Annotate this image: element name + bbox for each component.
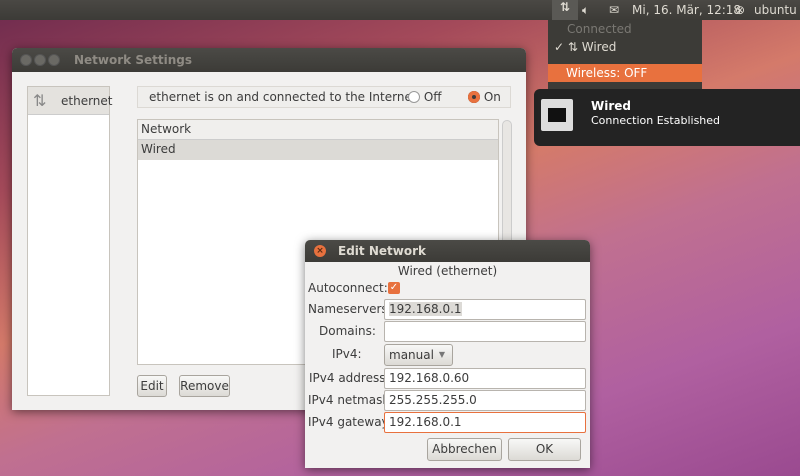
dialog-subtitle: Wired (ethernet) (397, 264, 498, 278)
status-text: ethernet is on and connected to the Inte… (149, 90, 417, 104)
menu-item-connected: Connected (567, 22, 632, 36)
chevron-down-icon: ▼ (438, 350, 445, 359)
session-icon[interactable]: ⊗ (735, 3, 745, 17)
ethernet-icon (541, 99, 573, 131)
ipv4-method-dropdown[interactable]: manual ▼ (384, 344, 453, 366)
user-name[interactable]: ubuntu (754, 3, 797, 17)
mail-icon[interactable]: ✉ (609, 3, 619, 17)
status-bar: ethernet is on and connected to the Inte… (137, 86, 511, 108)
notification-title: Wired (591, 99, 631, 113)
notification-bubble: Wired Connection Established (534, 89, 800, 146)
title-bar[interactable]: Network Settings (12, 48, 526, 72)
network-icon: ⇅ (33, 91, 47, 110)
radio-on[interactable]: On (468, 90, 501, 104)
netmask-input[interactable]: 255.255.255.0 (384, 390, 586, 411)
dialog-title-bar[interactable]: × Edit Network (305, 240, 590, 262)
address-label: IPv4 address: (309, 371, 390, 385)
dialog-title: Edit Network (338, 244, 426, 258)
minimize-icon[interactable] (34, 54, 46, 66)
column-header-network[interactable]: Network (138, 120, 498, 140)
gateway-input[interactable]: 192.168.0.1 (384, 412, 586, 433)
window-title: Network Settings (74, 53, 192, 67)
device-list: ⇅ ethernet (27, 86, 113, 396)
gateway-label: IPv4 gateway: (308, 415, 392, 429)
address-input[interactable]: 192.168.0.60 (384, 368, 586, 389)
cancel-button[interactable]: Abbrechen (427, 438, 502, 461)
remove-button[interactable]: Remove (179, 375, 230, 397)
check-icon: ✓ ⇅ (554, 40, 582, 54)
autoconnect-checkbox[interactable]: ✓ (388, 282, 400, 294)
indicator-menu: Connected ✓ ⇅ Wired Wireless: OFF (548, 20, 702, 90)
edit-network-dialog: × Edit Network Wired (ethernet) Autoconn… (305, 240, 590, 468)
network-row-wired[interactable]: Wired (138, 140, 498, 160)
close-icon[interactable]: × (314, 245, 326, 257)
menu-item-wireless[interactable]: Wireless: OFF (548, 64, 702, 82)
autoconnect-label: Autoconnect: (308, 281, 388, 295)
domains-input[interactable] (384, 321, 586, 342)
notification-body: Connection Established (591, 114, 721, 127)
volume-icon[interactable]: 🔈︎ (582, 3, 589, 18)
device-item-ethernet[interactable]: ⇅ ethernet (28, 87, 113, 115)
maximize-icon[interactable] (48, 54, 60, 66)
top-panel: ⇅ 🔈︎ ✉ Mi, 16. Mär, 12:18 ⊗ ubuntu (0, 0, 800, 20)
clock[interactable]: Mi, 16. Mär, 12:18 (632, 3, 741, 17)
menu-item-wired[interactable]: ✓ ⇅ Wired (554, 40, 616, 54)
network-indicator-icon[interactable]: ⇅ (552, 0, 578, 20)
nameservers-label: Nameservers: (308, 302, 392, 316)
nameservers-input[interactable]: 192.168.0.1 (384, 299, 586, 320)
radio-off[interactable]: Off (408, 90, 442, 104)
close-icon[interactable] (20, 54, 32, 66)
ok-button[interactable]: OK (508, 438, 581, 461)
netmask-label: IPv4 netmask: (308, 393, 394, 407)
edit-button[interactable]: Edit (137, 375, 167, 397)
ipv4-label: IPv4: (332, 347, 362, 361)
domains-label: Domains: (319, 324, 376, 338)
